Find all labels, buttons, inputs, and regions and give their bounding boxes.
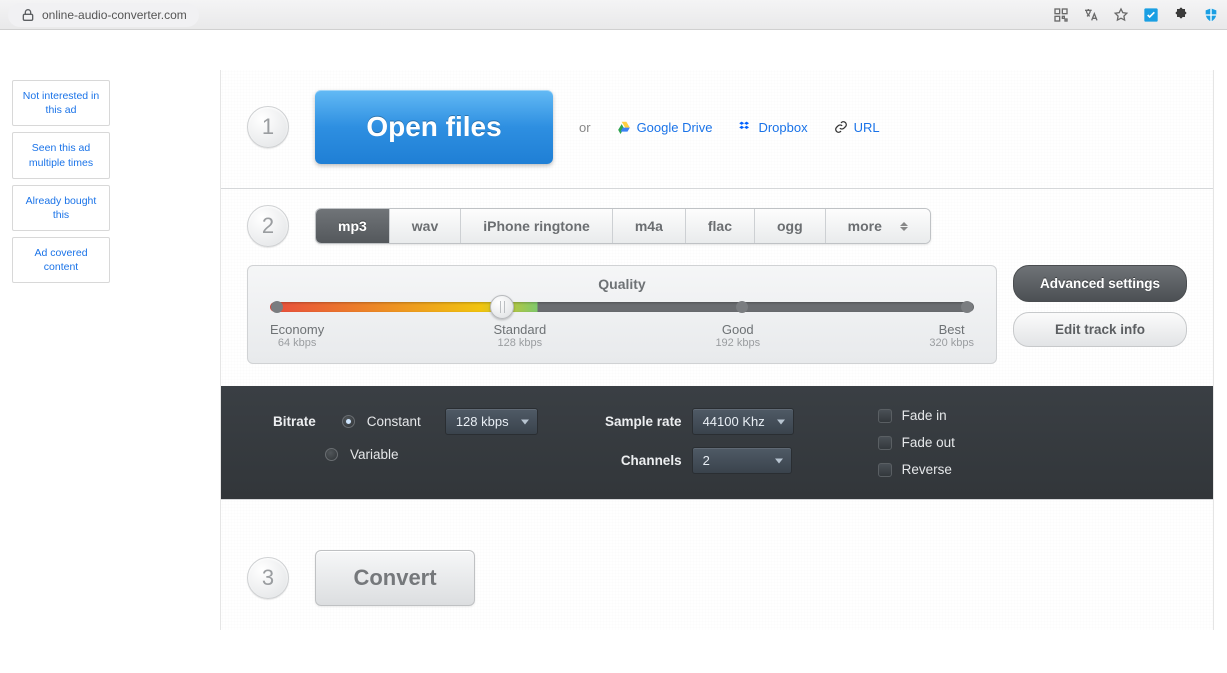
url-text: online-audio-converter.com (42, 8, 187, 22)
lock-icon (20, 7, 36, 23)
link-icon (834, 120, 848, 134)
ad-choice-0[interactable]: Not interested in this ad (12, 80, 110, 126)
shield-ext-icon[interactable] (1203, 7, 1219, 23)
quality-label-best: Best 320 kbps (929, 322, 974, 349)
quality-slider[interactable] (270, 302, 974, 312)
browser-address-bar: online-audio-converter.com (0, 0, 1227, 30)
channels-label: Channels (598, 453, 682, 468)
advanced-settings-button[interactable]: Advanced settings (1013, 265, 1187, 302)
bitrate-variable-label: Variable (350, 447, 399, 462)
reverse-label: Reverse (902, 462, 952, 477)
converter-app: 1 Open files or Google Drive Dropbox URL (220, 70, 1214, 630)
caret-down-icon (775, 458, 783, 463)
browser-toolbar-icons (1053, 7, 1219, 23)
source-google-drive[interactable]: Google Drive (617, 120, 713, 135)
step-number-3: 3 (247, 557, 289, 599)
convert-button[interactable]: Convert (315, 550, 475, 606)
advanced-settings-panel: Bitrate Constant 128 kbps Variable (221, 386, 1213, 499)
bitrate-value-select[interactable]: 128 kbps (445, 408, 538, 435)
source-dropbox-label: Dropbox (758, 120, 807, 135)
bitrate-constant-label: Constant (367, 414, 421, 429)
step-number-2: 2 (247, 205, 289, 247)
format-tab-m4a[interactable]: m4a (613, 209, 686, 243)
quality-label-economy: Economy 64 kbps (270, 322, 324, 349)
format-tab-ogg[interactable]: ogg (755, 209, 826, 243)
source-or: or (579, 120, 591, 135)
reverse-checkbox[interactable] (878, 463, 892, 477)
source-url[interactable]: URL (834, 120, 880, 135)
ad-choice-2[interactable]: Already bought this (12, 185, 110, 231)
format-tab-wav[interactable]: wav (390, 209, 461, 243)
fadein-label: Fade in (902, 408, 947, 423)
caret-down-icon (777, 419, 785, 424)
ad-feedback-panel: Not interested in this ad Seen this ad m… (0, 70, 220, 630)
edit-track-info-button[interactable]: Edit track info (1013, 312, 1187, 347)
open-files-button[interactable]: Open files (315, 90, 553, 164)
bitrate-label: Bitrate (273, 414, 316, 429)
source-dropbox[interactable]: Dropbox (738, 120, 807, 135)
format-tab-iphone[interactable]: iPhone ringtone (461, 209, 613, 243)
slider-mark-good (736, 301, 748, 313)
qr-icon[interactable] (1053, 7, 1069, 23)
step-1-panel: 1 Open files or Google Drive Dropbox URL (221, 70, 1213, 188)
translate-icon[interactable] (1083, 7, 1099, 23)
fadeout-checkbox[interactable] (878, 436, 892, 450)
channels-select[interactable]: 2 (692, 447, 792, 474)
step-2-panel: 2 mp3 wav iPhone ringtone m4a flac ogg m… (221, 188, 1213, 386)
star-icon[interactable] (1113, 7, 1129, 23)
samplerate-label: Sample rate (598, 414, 682, 429)
chevron-updown-icon (900, 222, 908, 231)
format-tab-mp3[interactable]: mp3 (316, 209, 390, 243)
slider-mark-best (961, 301, 973, 313)
slider-mark-economy (271, 301, 283, 313)
format-tab-flac[interactable]: flac (686, 209, 755, 243)
source-url-label: URL (854, 120, 880, 135)
ad-choice-1[interactable]: Seen this ad multiple times (12, 132, 110, 178)
step-number-1: 1 (247, 106, 289, 148)
caret-down-icon (521, 419, 529, 424)
fadeout-label: Fade out (902, 435, 955, 450)
puzzle-ext-icon[interactable] (1173, 7, 1189, 23)
quality-slider-handle[interactable] (490, 295, 514, 319)
samplerate-select[interactable]: 44100 Khz (692, 408, 794, 435)
ad-choice-3[interactable]: Ad covered content (12, 237, 110, 283)
gdrive-icon (617, 120, 631, 134)
bitrate-variable-radio[interactable] (325, 448, 338, 461)
fadein-checkbox[interactable] (878, 409, 892, 423)
dropbox-icon (738, 120, 752, 134)
format-tab-more-label: more (848, 218, 882, 234)
source-gdrive-label: Google Drive (637, 120, 713, 135)
bitrate-constant-radio[interactable] (342, 415, 355, 428)
checkbox-ext-icon[interactable] (1143, 7, 1159, 23)
step-3-panel: 3 Convert (221, 499, 1213, 630)
quality-label-good: Good 192 kbps (715, 322, 760, 349)
quality-title: Quality (270, 276, 974, 292)
format-tabs: mp3 wav iPhone ringtone m4a flac ogg mor… (315, 208, 931, 244)
format-tab-more[interactable]: more (826, 209, 930, 243)
url-pill[interactable]: online-audio-converter.com (8, 3, 199, 27)
quality-card: Quality Economy 64 kbps Standard (247, 265, 997, 364)
quality-label-standard: Standard 128 kbps (493, 322, 546, 349)
